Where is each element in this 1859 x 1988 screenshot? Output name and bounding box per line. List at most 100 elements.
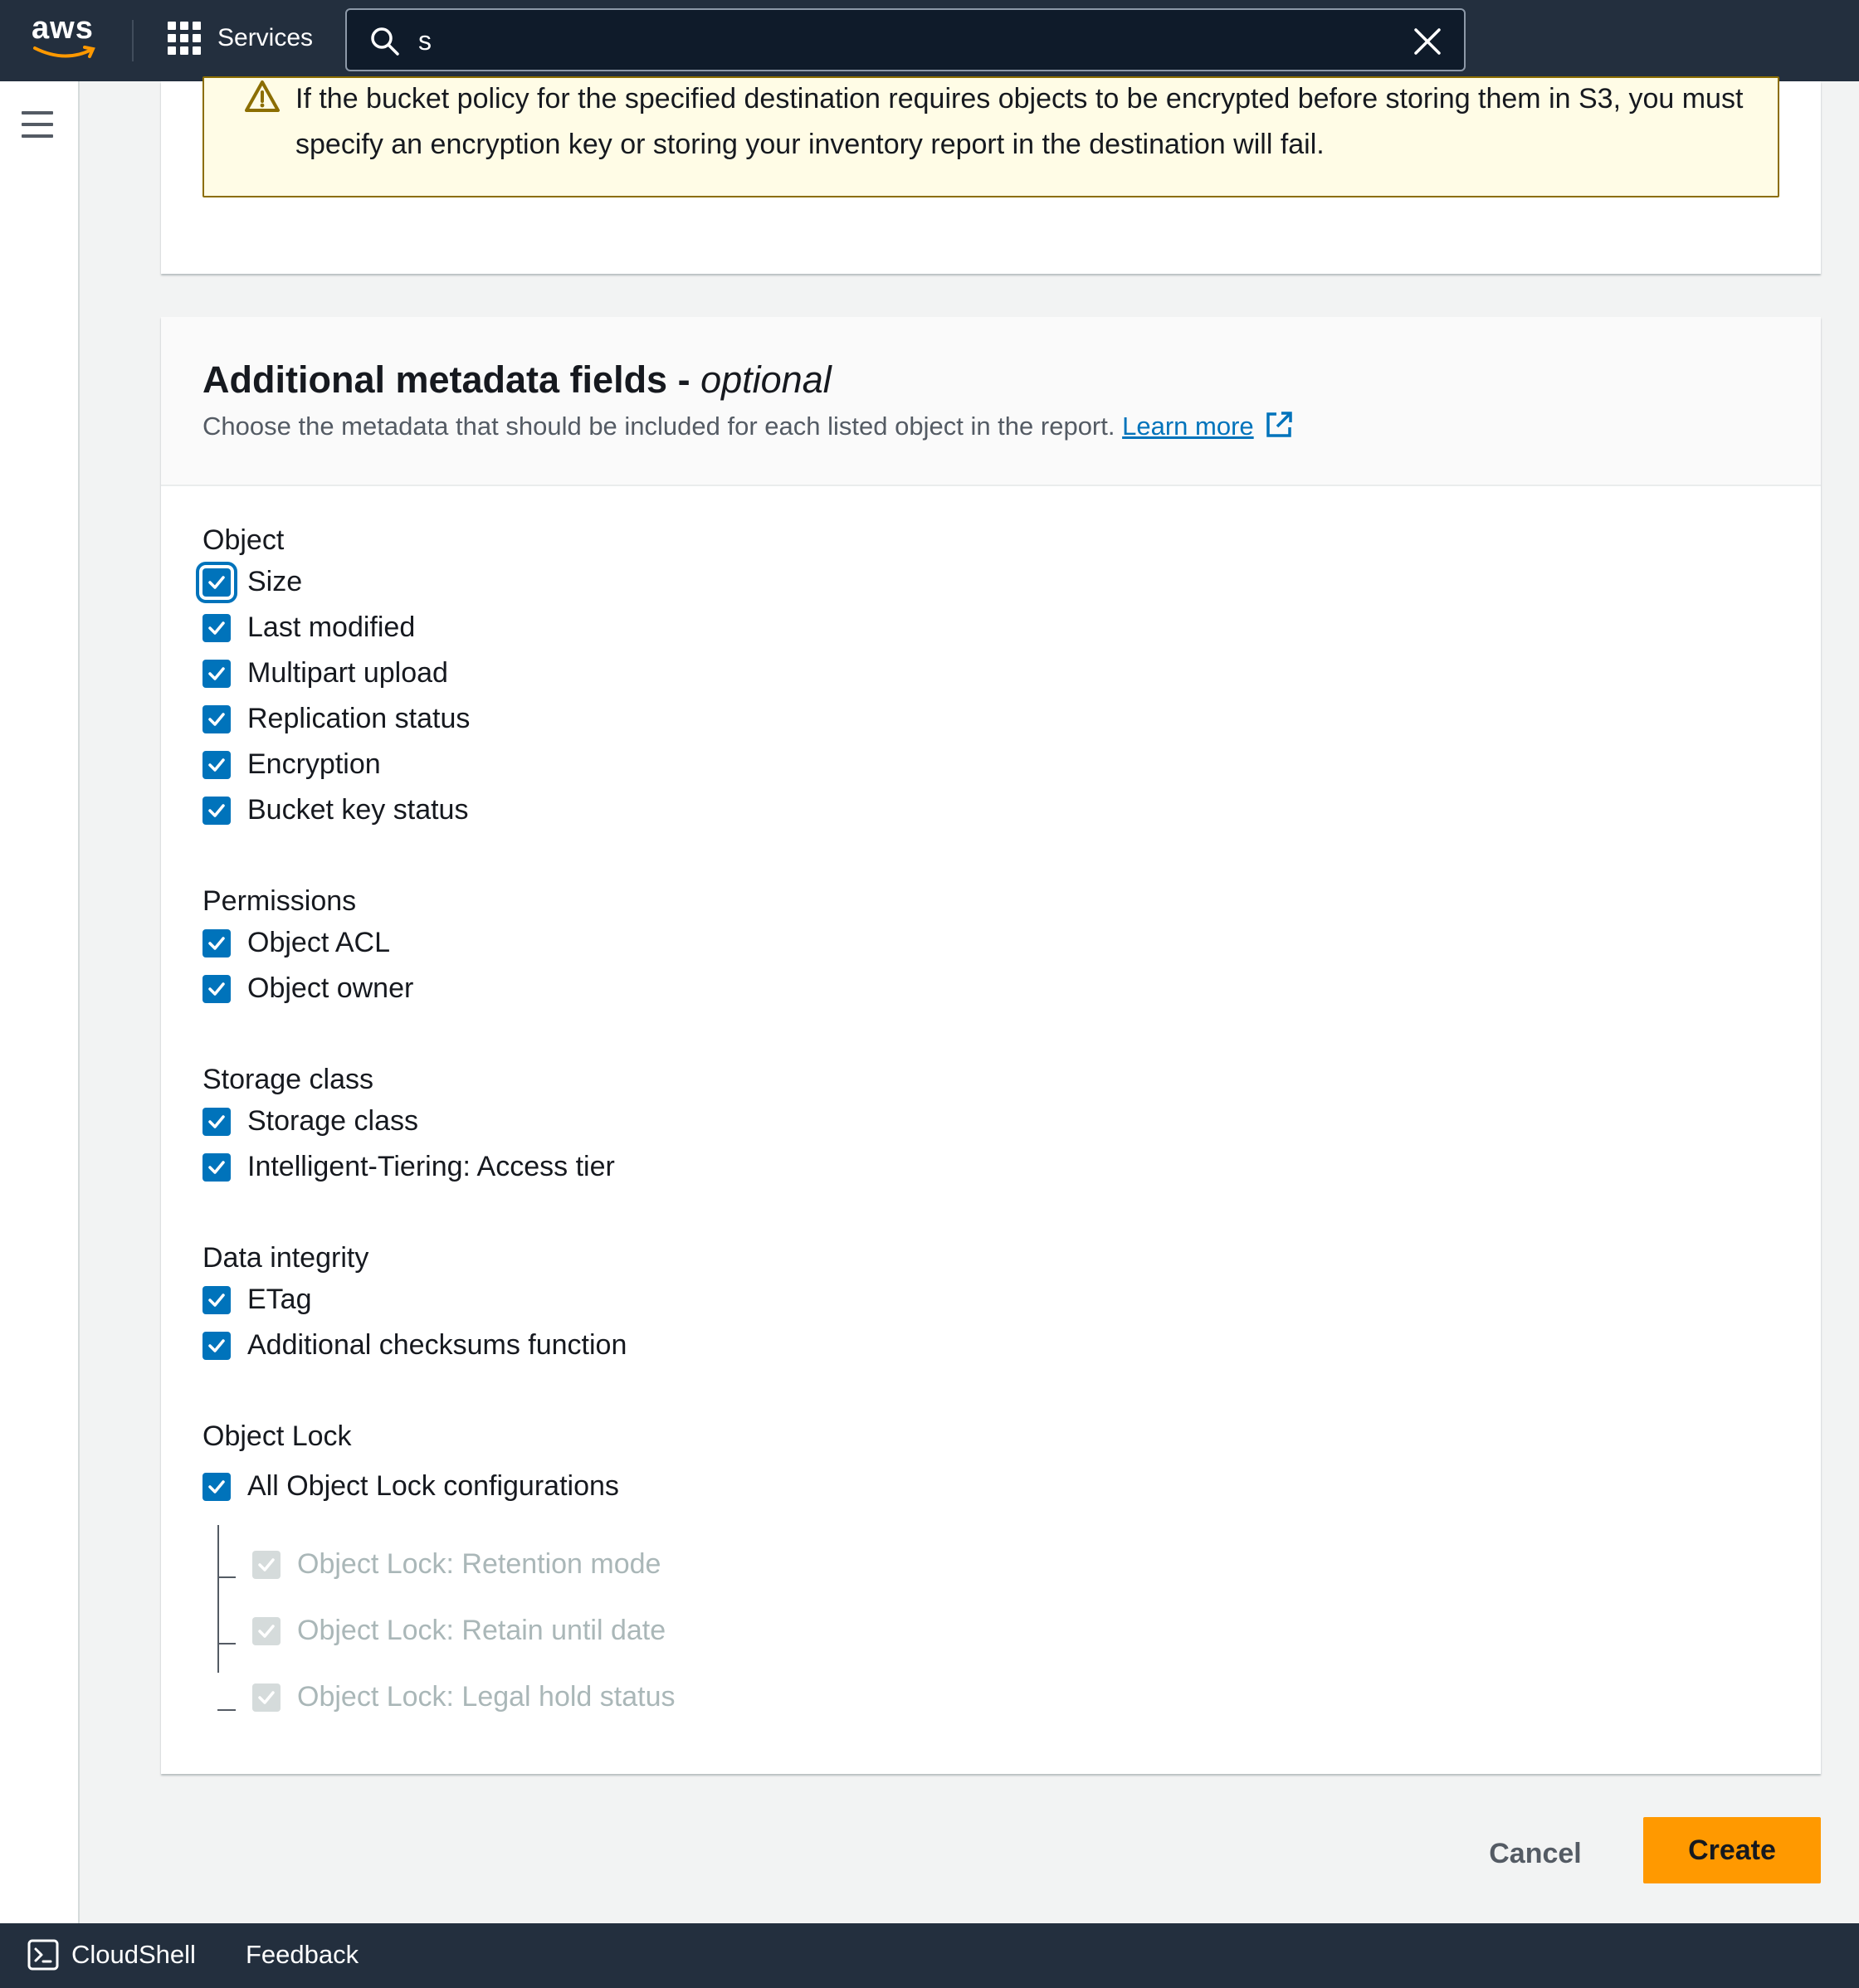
checkmark-icon: [258, 1690, 275, 1704]
checkbox-box: [252, 1616, 281, 1645]
checkmark-icon: [208, 666, 225, 680]
feedback-link[interactable]: Feedback: [246, 1940, 359, 1970]
services-grid-icon: [168, 22, 201, 55]
checkbox-size[interactable]: Size: [196, 561, 303, 603]
tree-line: [217, 1525, 219, 1673]
checkmark-icon: [208, 936, 225, 950]
nav-divider: [132, 20, 134, 61]
checkbox-box[interactable]: [202, 796, 231, 825]
search-icon: [371, 27, 399, 56]
panel-description: Choose the metadata that should be inclu…: [202, 410, 1294, 441]
checkbox-box[interactable]: [202, 1331, 231, 1360]
panel-description-text: Choose the metadata that should be inclu…: [202, 412, 1115, 441]
checkbox-box[interactable]: [202, 659, 231, 688]
checkmark-icon: [208, 1114, 225, 1128]
checkmark-icon: [208, 982, 225, 996]
aws-logo-text: aws: [32, 11, 94, 46]
learn-more-link[interactable]: Learn more: [1122, 412, 1254, 441]
checkbox-multipart-upload[interactable]: Multipart upload: [202, 657, 448, 689]
checkbox-etag[interactable]: ETag: [202, 1284, 312, 1316]
group-label-object: Object: [202, 524, 285, 556]
aws-smile-icon: [33, 46, 95, 58]
checkbox-label: Replication status: [247, 703, 471, 734]
tree-branch: [217, 1643, 236, 1644]
panel-title: Additional metadata fields - optional: [202, 358, 832, 402]
hamburger-menu-icon[interactable]: [22, 111, 53, 138]
top-navigation: aws Services: [0, 0, 1859, 81]
checkbox-box[interactable]: [202, 1472, 231, 1501]
checkbox-box: [252, 1550, 281, 1579]
search-input[interactable]: [418, 20, 1373, 61]
checkbox-box[interactable]: [202, 1152, 231, 1182]
bottom-bar: CloudShell Feedback: [0, 1923, 1859, 1988]
checkbox-intelligent-tiering[interactable]: Intelligent-Tiering: Access tier: [202, 1151, 615, 1183]
group-label-data-integrity: Data integrity: [202, 1242, 369, 1274]
external-link-icon[interactable]: [1264, 410, 1294, 440]
checkbox-box[interactable]: [196, 561, 237, 603]
destination-panel: If the bucket policy for the specified d…: [161, 76, 1821, 274]
checkbox-box[interactable]: [202, 1107, 231, 1136]
checkbox-encryption[interactable]: Encryption: [202, 748, 381, 781]
panel-title-optional: optional: [700, 358, 832, 401]
checkbox-label: Bucket key status: [247, 794, 469, 826]
checkbox-all-object-lock[interactable]: All Object Lock configurations: [202, 1470, 619, 1503]
checkbox-box[interactable]: [202, 928, 231, 957]
checkbox-last-modified[interactable]: Last modified: [202, 612, 415, 644]
checkbox-label: Size: [247, 566, 303, 597]
services-label: Services: [217, 24, 314, 51]
checkbox-replication-status[interactable]: Replication status: [202, 703, 470, 735]
checkbox-retention-mode: Object Lock: Retention mode: [252, 1548, 661, 1581]
checkbox-box[interactable]: [202, 1285, 231, 1314]
checkbox-label: Object Lock: Retention mode: [297, 1548, 661, 1580]
cloudshell-icon: [27, 1939, 59, 1971]
checkbox-label: Multipart upload: [247, 657, 448, 689]
checkbox-label: Storage class: [247, 1105, 418, 1137]
cancel-button[interactable]: Cancel: [1461, 1820, 1610, 1887]
checkbox-retain-until-date: Object Lock: Retain until date: [252, 1615, 666, 1647]
checkbox-bucket-key-status[interactable]: Bucket key status: [202, 794, 468, 826]
checkbox-label: Object ACL: [247, 927, 390, 958]
checkmark-icon: [208, 758, 225, 772]
warning-icon: [245, 80, 280, 112]
tree-branch: [217, 1709, 236, 1711]
clear-icon[interactable]: [1411, 25, 1444, 58]
left-sidebar: [0, 81, 80, 1923]
aws-logo-icon[interactable]: aws: [32, 12, 100, 65]
create-button[interactable]: Create: [1643, 1817, 1821, 1883]
tree-branch: [217, 1576, 236, 1578]
checkbox-box[interactable]: [202, 974, 231, 1003]
checkbox-additional-checksums[interactable]: Additional checksums function: [202, 1329, 627, 1362]
checkbox-label: ETag: [247, 1284, 312, 1315]
checkbox-label: Object Lock: Legal hold status: [297, 1681, 676, 1713]
cloudshell-button[interactable]: CloudShell: [27, 1938, 196, 1971]
checkbox-object-acl[interactable]: Object ACL: [202, 927, 390, 959]
checkbox-storage-class[interactable]: Storage class: [202, 1105, 418, 1138]
checkmark-icon: [208, 575, 225, 589]
services-menu-button[interactable]: Services: [168, 22, 313, 55]
checkmark-icon: [208, 1160, 225, 1174]
cloudshell-label: CloudShell: [71, 1940, 196, 1969]
checkbox-label: Intelligent-Tiering: Access tier: [247, 1151, 615, 1182]
checkmark-icon: [208, 803, 225, 817]
group-label-permissions: Permissions: [202, 885, 357, 917]
checkbox-label: Encryption: [247, 748, 381, 780]
panel-header: Additional metadata fields - optional Ch…: [161, 317, 1821, 486]
checkbox-label: All Object Lock configurations: [247, 1470, 619, 1502]
checkmark-icon: [208, 1338, 225, 1352]
search-box[interactable]: [345, 8, 1466, 71]
checkbox-object-owner[interactable]: Object owner: [202, 972, 413, 1005]
checkmark-icon: [208, 1293, 225, 1307]
warning-alert: If the bucket policy for the specified d…: [202, 76, 1779, 197]
additional-metadata-panel: Additional metadata fields - optional Ch…: [161, 317, 1821, 1774]
checkbox-box: [252, 1683, 281, 1712]
checkmark-icon: [258, 1624, 275, 1638]
checkbox-box[interactable]: [202, 613, 231, 642]
checkmark-icon: [208, 1479, 225, 1493]
checkbox-legal-hold-status: Object Lock: Legal hold status: [252, 1681, 676, 1713]
checkbox-box[interactable]: [202, 704, 231, 733]
checkmark-icon: [208, 712, 225, 726]
group-label-storage-class: Storage class: [202, 1064, 373, 1095]
checkmark-icon: [258, 1557, 275, 1571]
checkbox-box[interactable]: [202, 750, 231, 779]
warning-alert-text: If the bucket policy for the specified d…: [295, 83, 1744, 160]
